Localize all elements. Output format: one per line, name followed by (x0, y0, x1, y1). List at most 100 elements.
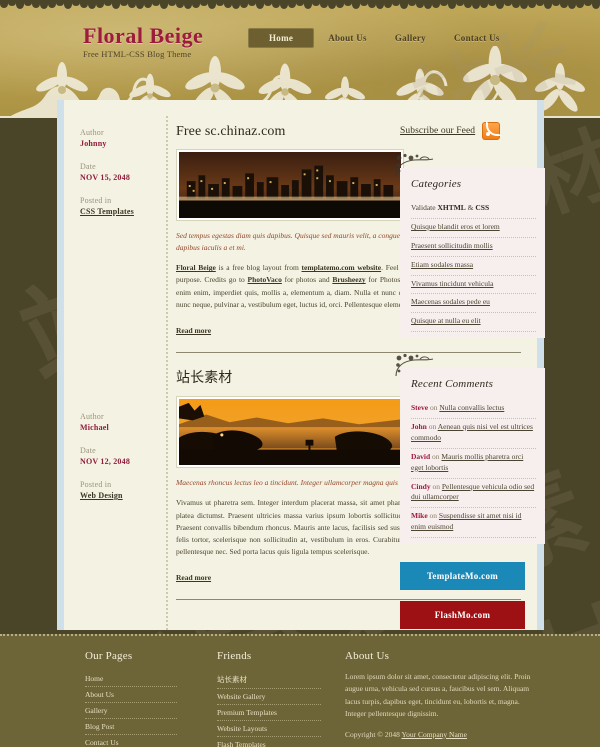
nav-item-about-us[interactable]: About Us (314, 28, 381, 48)
site-footer: Our Pages Home About Us Gallery Blog Post Co… (0, 634, 600, 747)
floral-ornament-icon (395, 354, 434, 377)
inline-link[interactable]: PhotoVaco (248, 275, 282, 284)
footer-heading: Our Pages (85, 650, 133, 662)
widget-title: Recent Comments (411, 378, 494, 391)
comment-author: Mike (411, 511, 428, 521)
nav-item-contact-us[interactable]: Contact Us (440, 28, 514, 48)
footer-column-pages: Our Pages Home About Us Gallery Blog Post Co… (85, 650, 217, 747)
subscribe-link[interactable]: Subscribe our Feed (400, 126, 475, 136)
meta-label: Author (80, 412, 104, 421)
sidebar-button-templatemo-com[interactable]: TemplateMo.com (400, 562, 525, 590)
post-meta: Author Michael Date NOV 12, 2048 Posted in We… (80, 412, 160, 500)
category-item: Praesent sollicitudin mollis (411, 238, 536, 257)
widget-title: Categories (411, 178, 462, 190)
footer-link[interactable]: 站长素材 (217, 675, 247, 684)
torn-edge-decoration (0, 0, 600, 9)
meta-category-link[interactable]: CSS Templates (80, 207, 160, 216)
copyright-text: Copyright © 2048 (345, 729, 402, 739)
read-more-link[interactable]: Read more (176, 326, 211, 335)
category-item: Quisque at nulla eu elit (411, 313, 536, 333)
footer-link[interactable]: Home (85, 674, 103, 683)
floral-ornament-icon (395, 153, 434, 177)
meta-row: Author Michael (80, 412, 160, 432)
comment-item: Mike on Suspendisse sit amet nisi id eni… (411, 508, 536, 538)
meta-row: Date NOV 15, 2048 (80, 162, 160, 182)
footer-column-about: About Us Lorem ipsum dolor sit amet, con… (345, 650, 538, 747)
footer-link[interactable]: Website Layouts (217, 724, 267, 733)
meta-label: Author (80, 128, 104, 137)
validate-css-link[interactable]: CSS (475, 203, 489, 212)
comment-item: John on Aenean quis nisi vel est ultrice… (411, 419, 536, 449)
read-more-link[interactable]: Read more (176, 573, 211, 582)
meta-category-link[interactable]: Web Design (80, 491, 160, 500)
categories-list: Validate XHTML & CSS Quisque blandit eros… (411, 200, 536, 333)
footer-list-item: Flash Templates (217, 737, 321, 747)
right-sidebar: Subscribe our Feed Categories Validate X… (395, 100, 545, 640)
recent-comments-list: Steve on Nulla convallis lectus John on A… (411, 400, 536, 538)
footer-list-item: Home (85, 671, 177, 687)
site-tagline: Free HTML-CSS Blog Theme (83, 49, 192, 60)
footer-link[interactable]: Gallery (85, 706, 108, 715)
meta-row: Date NOV 12, 2048 (80, 446, 160, 466)
footer-list-item: 站长素材 (217, 671, 321, 689)
post-body-link[interactable]: Floral Beige (176, 263, 216, 272)
sidebar-buttons: TemplateMo.com FlashMo.com (400, 562, 545, 629)
sidebar-button-flashmo-com[interactable]: FlashMo.com (400, 601, 525, 629)
nav-item-home[interactable]: Home (248, 28, 315, 48)
inline-link[interactable]: Brusheezy (332, 275, 365, 284)
category-item: Etiam sodales massa (411, 257, 536, 276)
footer-copyright: Copyright © 2048 Your Company Name (345, 729, 538, 741)
footer-link[interactable]: Blog Post (85, 722, 114, 731)
comment-on-word: on (428, 403, 440, 413)
comment-on-word: on (426, 422, 438, 431)
footer-heading: Friends (217, 650, 252, 662)
validate-prefix: Validate (411, 203, 438, 212)
comment-author: David (411, 451, 431, 461)
rss-icon[interactable] (482, 121, 502, 140)
inline-link[interactable]: templatemo.com website (302, 263, 382, 272)
footer-list-item: Blog Post (85, 719, 177, 735)
category-link[interactable]: Vivamus tincidunt vehicula (411, 279, 493, 288)
category-link[interactable]: Maecenas sodales pede eu (411, 297, 490, 306)
widget-categories: Categories Validate XHTML & CSS Quisque b… (395, 153, 545, 339)
category-link[interactable]: Quisque blandit eros et lorem (411, 222, 500, 231)
main-navigation[interactable]: Home About Us Gallery Contact Us (248, 28, 514, 48)
comment-item: Cindy on Pellentesque vehicula odio sed … (411, 479, 536, 509)
footer-pages-list: Home About Us Gallery Blog Post Contact Us (85, 671, 177, 747)
category-item: Vivamus tincidunt vehicula (411, 276, 536, 295)
meta-row: Author Johnny (80, 128, 160, 148)
footer-about-text: Lorem ipsum dolor sit amet, consectetur … (345, 672, 531, 719)
column-divider (166, 116, 168, 630)
footer-link[interactable]: Website Gallery (217, 692, 265, 701)
meta-label: Posted in (80, 480, 112, 489)
footer-link[interactable]: Premium Templates (217, 708, 277, 717)
subscribe-feed[interactable]: Subscribe our Feed (400, 121, 545, 140)
footer-list-item: Website Layouts (217, 721, 321, 737)
nav-item-gallery[interactable]: Gallery (381, 28, 440, 48)
meta-value: Johnny (80, 139, 107, 148)
footer-list-item: Premium Templates (217, 705, 321, 721)
validate-xhtml-link[interactable]: XHTML (437, 203, 465, 212)
category-item: Maecenas sodales pede eu (411, 294, 536, 314)
company-link[interactable]: Your Company Name (401, 730, 467, 739)
category-link[interactable]: Quisque at nulla eu elit (411, 316, 481, 325)
footer-list-item: Gallery (85, 703, 177, 719)
footer-link[interactable]: Contact Us (85, 738, 119, 747)
site-branding[interactable]: Floral Beige Free HTML-CSS Blog Theme (83, 24, 203, 59)
post-thumbnail[interactable] (176, 149, 404, 221)
footer-link[interactable]: About Us (85, 690, 114, 699)
post-meta-column: Author Johnny Date NOV 15, 2048 Posted in CSS… (74, 112, 160, 630)
footer-list-item: Website Gallery (217, 689, 321, 705)
comment-author: John (411, 422, 427, 431)
footer-link[interactable]: Flash Templates (217, 740, 266, 747)
footer-list-item: Contact Us (85, 735, 177, 747)
category-link[interactable]: Etiam sodales massa (411, 260, 473, 269)
footer-heading: About Us (345, 650, 390, 662)
meta-value: NOV 15, 2048 (80, 173, 131, 182)
comment-on-word: on (430, 451, 442, 461)
category-link[interactable]: Praesent sollicitudin mollis (411, 241, 493, 250)
post-thumbnail[interactable] (176, 395, 404, 468)
meta-row: Posted in CSS Templates (80, 196, 160, 216)
comment-post-link[interactable]: Nulla convallis lectus (439, 403, 504, 412)
sunset-lake-silhouette-image (179, 398, 401, 465)
